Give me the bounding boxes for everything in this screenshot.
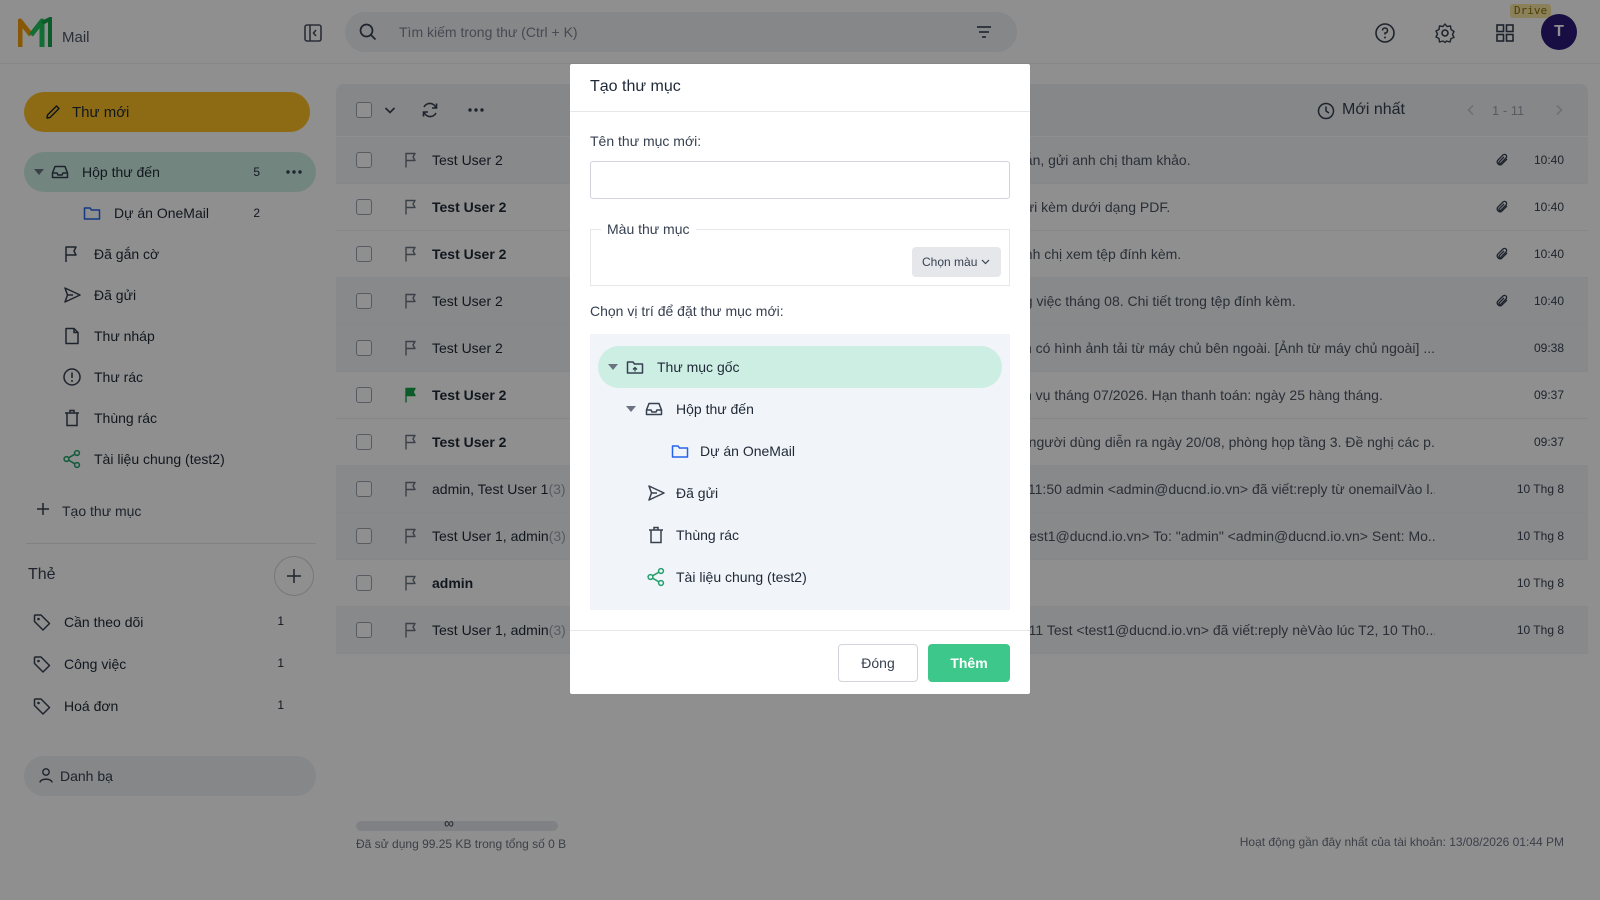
tree-item-project-folder[interactable]: Dự án OneMail (670, 430, 1002, 472)
close-button[interactable]: Đóng (838, 644, 918, 682)
dialog-footer-divider (570, 630, 1030, 631)
tree-item-trash[interactable]: Thùng rác (646, 514, 1002, 556)
dialog-title: Tạo thư mục (590, 78, 681, 95)
folder-location-tree: Thư mục gốc Hộp thư đến Dự án OneMail Đã… (590, 334, 1010, 610)
tree-item-label: Thư mục gốc (657, 359, 740, 375)
tree-item-root[interactable]: Thư mục gốc (598, 346, 1002, 388)
tree-item-label: Thùng rác (676, 527, 740, 543)
dialog-header-divider (570, 111, 1030, 112)
tree-item-label: Tài liệu chung (test2) (676, 569, 807, 585)
chevron-down-icon (981, 259, 990, 265)
folder-color-legend: Màu thư mục (601, 221, 696, 237)
inbox-icon (644, 399, 664, 419)
tree-item-label: Dự án OneMail (700, 443, 795, 459)
collapse-caret-icon[interactable] (626, 406, 636, 412)
share-icon (646, 567, 666, 587)
choose-color-label: Chọn màu (922, 255, 978, 269)
folder-name-label: Tên thư mục mới: (590, 133, 702, 149)
folder-color-fieldset: Màu thư mục Chọn màu (590, 221, 1010, 286)
folder-root-icon (625, 357, 645, 377)
folder-name-input[interactable] (590, 161, 1010, 199)
location-label: Chọn vị trí để đặt thư mục mới: (590, 303, 784, 319)
choose-color-button[interactable]: Chọn màu (912, 247, 1001, 277)
send-icon (646, 483, 666, 503)
folder-icon (670, 441, 690, 461)
collapse-caret-icon[interactable] (608, 364, 618, 370)
tree-item-label: Đã gửi (676, 485, 719, 501)
tree-item-sent[interactable]: Đã gửi (646, 472, 1002, 514)
create-folder-dialog: Tạo thư mục Tên thư mục mới: Màu thư mục… (570, 64, 1030, 694)
add-button[interactable]: Thêm (928, 644, 1010, 682)
tree-item-shared-docs[interactable]: Tài liệu chung (test2) (646, 556, 1002, 598)
tree-item-label: Hộp thư đến (676, 401, 754, 417)
tree-item-inbox[interactable]: Hộp thư đến (626, 388, 1002, 430)
trash-icon (646, 525, 666, 545)
